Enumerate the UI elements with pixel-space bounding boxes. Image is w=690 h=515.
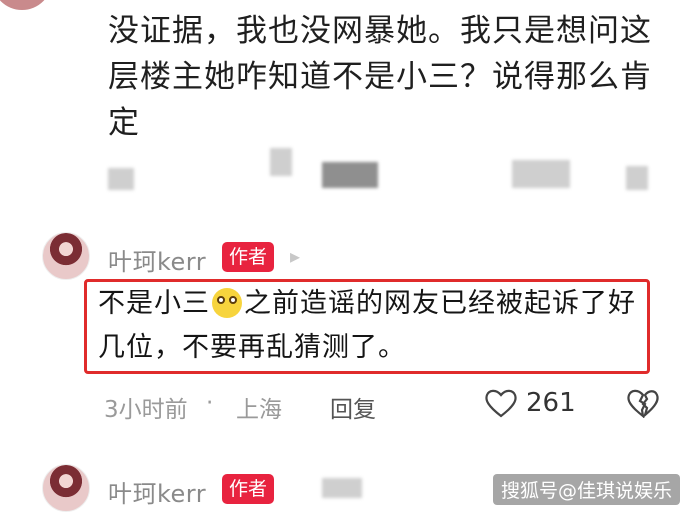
watermark: 搜狐号@佳琪说娱乐 — [492, 474, 680, 505]
reply-text-part1: 不是小三 — [98, 288, 210, 319]
author-avatar[interactable] — [42, 232, 90, 280]
like-button[interactable] — [484, 388, 518, 422]
author-username[interactable]: 叶珂kerr — [108, 474, 206, 509]
caret-right-icon: ▸ — [290, 244, 301, 268]
smile-emoji-icon — [212, 288, 242, 318]
previous-avatar[interactable] — [0, 0, 52, 10]
author-avatar[interactable] — [42, 464, 90, 512]
reply-button[interactable]: 回复 — [330, 390, 376, 424]
comment-text: 没证据，我也没网暴她。我只是想问这层楼主她咋知道不是小三？说得那么肯定 — [108, 13, 652, 141]
reply-text: 不是小三 之前造谣的网友已经被起诉了好几位，不要再乱猜测了。 — [98, 282, 643, 370]
blurred-content — [322, 478, 362, 498]
like-count: 261 — [526, 388, 576, 418]
broken-heart-icon — [627, 389, 659, 419]
dislike-button[interactable] — [626, 388, 660, 422]
comment-time: 3小时前 — [104, 397, 188, 423]
comment-location: 上海 — [236, 397, 282, 423]
author-badge: 作者 — [222, 474, 275, 504]
heart-icon — [485, 389, 517, 418]
dot-separator: · — [206, 390, 214, 416]
author-username[interactable]: 叶珂kerr — [108, 242, 206, 277]
author-badge: 作者 — [222, 242, 275, 272]
